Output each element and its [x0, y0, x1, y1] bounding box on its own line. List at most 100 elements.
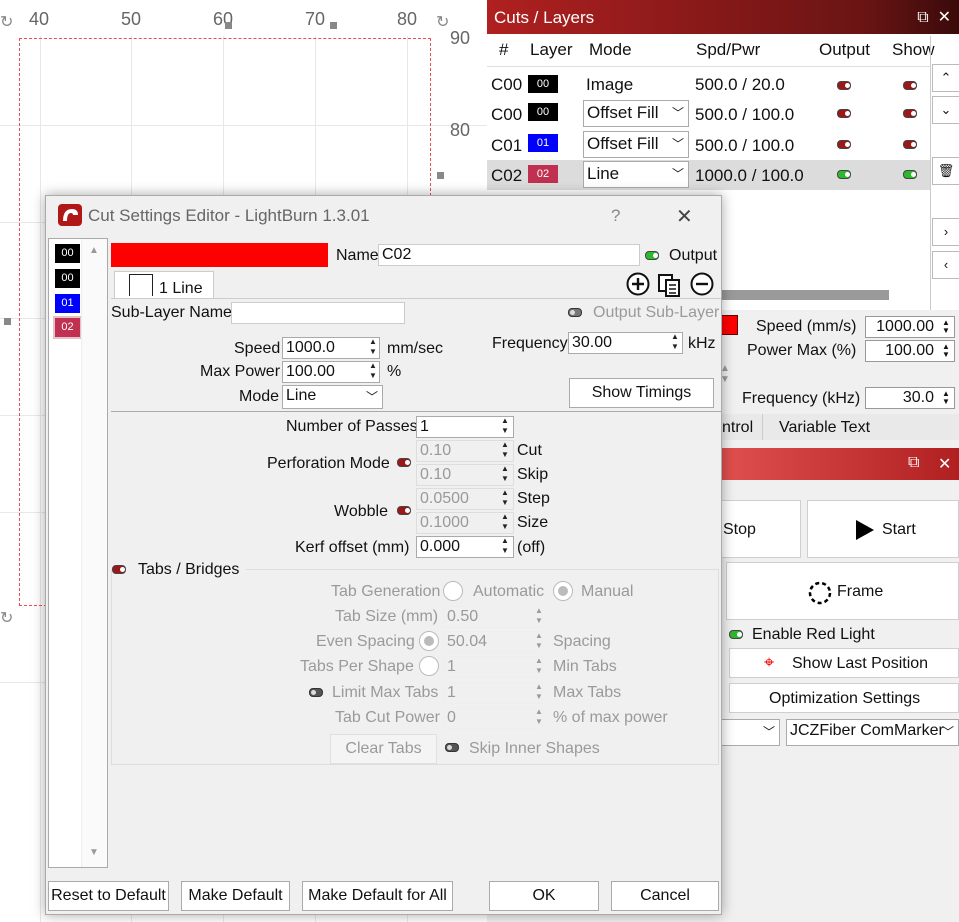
scroll-up-icon: ▲ [89, 245, 99, 256]
ok-button[interactable]: OK [489, 881, 599, 911]
table-row-selected[interactable]: C02 02 Line ﹀ 1000.0 / 100.0 [487, 160, 930, 190]
mode-select[interactable]: Line ﹀ [282, 385, 383, 409]
rotate-handle-icon[interactable]: ↻ [0, 608, 13, 628]
table-row[interactable]: C00 00 Offset Fill ﹀ 500.0 / 100.0 [487, 99, 930, 129]
mode-select[interactable]: Offset Fill ﹀ [583, 100, 689, 127]
output-toggle[interactable] [837, 170, 851, 179]
frequency-input[interactable]: 30.0 ▲ ▼ [865, 387, 955, 409]
frequency-spinner[interactable]: ▲ ▼ [668, 332, 682, 354]
resize-handle[interactable] [437, 172, 444, 179]
show-timings-button[interactable]: Show Timings [569, 378, 714, 408]
even-spacing-radio[interactable] [419, 631, 439, 651]
tabs-per-shape-radio[interactable] [419, 656, 439, 676]
power-input[interactable]: 100.00 ▲ ▼ [865, 340, 955, 362]
layer-swatch-selected[interactable]: 02 [53, 316, 82, 339]
tab-cut-power-spinner[interactable]: ▲ ▼ [532, 707, 546, 729]
make-default-button[interactable]: Make Default [181, 881, 290, 911]
spacing-input[interactable]: 50.04 [443, 631, 543, 653]
resize-handle[interactable] [4, 318, 11, 325]
speed-input[interactable]: 1000.00 ▲ ▼ [865, 316, 955, 338]
clear-tabs-button[interactable]: Clear Tabs [330, 734, 437, 764]
make-default-all-button[interactable]: Make Default for All [302, 881, 453, 911]
optimization-settings-button[interactable]: Optimization Settings [729, 683, 959, 713]
wobble-size-label: Size [517, 514, 549, 531]
resize-handle[interactable] [225, 22, 232, 29]
perforation-skip-spinner[interactable]: ▲ ▼ [498, 464, 512, 486]
show-toggle[interactable] [903, 81, 917, 90]
help-icon[interactable]: ? [611, 206, 620, 226]
move-up-button[interactable]: ⌃ [932, 64, 959, 92]
resize-handle[interactable] [330, 22, 337, 29]
layer-swatch[interactable]: 00 [55, 269, 80, 288]
wobble-toggle[interactable] [397, 506, 411, 515]
output-toggle[interactable] [837, 140, 851, 149]
reset-default-button[interactable]: Reset to Default [48, 881, 169, 911]
frequency-input[interactable]: 30.00 [568, 332, 683, 354]
tab-variable-text[interactable]: Variable Text [779, 419, 870, 437]
dialog-title-bar: Cut Settings Editor - LightBurn 1.3.01 ?… [46, 196, 721, 234]
add-sublayer-icon[interactable] [626, 272, 650, 301]
tab-manual-radio[interactable] [553, 581, 573, 601]
max-tabs-input[interactable]: 1 [443, 682, 543, 704]
layer-swatch[interactable]: 01 [55, 294, 80, 313]
max-tabs-spinner[interactable]: ▲ ▼ [532, 682, 546, 704]
chevron-down-icon: ﹀ [941, 725, 954, 739]
tab-cut-power-input[interactable]: 0 [443, 707, 543, 729]
min-tabs-input[interactable]: 1 [443, 656, 543, 678]
mode-select[interactable]: Offset Fill ﹀ [583, 131, 689, 158]
layer-swatch[interactable]: 00 [55, 244, 80, 263]
spacing-spinner[interactable]: ▲ ▼ [532, 631, 546, 653]
float-icon[interactable]: ⧉ [908, 454, 919, 472]
table-row[interactable]: C00 00 Image 500.0 / 20.0 [487, 70, 930, 100]
layer-list[interactable]: 00 00 01 02 ▲ ▼ [48, 238, 108, 868]
skip-inner-toggle[interactable] [445, 743, 459, 752]
passes-spinner[interactable]: ▲ ▼ [498, 416, 512, 438]
rotate-handle-icon[interactable]: ↻ [436, 12, 449, 32]
wobble-step-spinner[interactable]: ▲ ▼ [498, 488, 512, 510]
wobble-size-spinner[interactable]: ▲ ▼ [498, 512, 512, 534]
move-down-button[interactable]: ⌄ [932, 96, 959, 124]
list-scrollbar[interactable]: ▲ ▼ [81, 239, 107, 867]
show-toggle[interactable] [903, 109, 917, 118]
tab-auto-radio[interactable] [443, 581, 463, 601]
rotate-handle-icon[interactable]: ↻ [0, 12, 13, 32]
close-icon[interactable]: ✕ [676, 204, 693, 229]
output-toggle[interactable] [837, 109, 851, 118]
limit-max-tabs-toggle[interactable] [309, 688, 323, 697]
cancel-button[interactable]: Cancel [611, 881, 719, 911]
layer-color-bar[interactable] [111, 243, 328, 267]
tab-laser-control[interactable]: ntrol [722, 419, 753, 437]
perforation-toggle[interactable] [397, 458, 411, 467]
sublayer-name-input[interactable] [231, 302, 405, 324]
chevron-left-icon[interactable]: ‹ [932, 251, 959, 279]
frame-button[interactable]: Frame [726, 562, 959, 620]
speed-spinner[interactable]: ▲ ▼ [366, 337, 380, 359]
tab-size-input[interactable]: 0.50 [443, 606, 543, 628]
remove-sublayer-icon[interactable] [690, 272, 714, 301]
name-input[interactable]: C02 [378, 244, 640, 266]
mode-select[interactable]: Line ﹀ [583, 161, 689, 188]
output-toggle[interactable] [645, 251, 659, 260]
show-last-position-button[interactable]: ⌖ Show Last Position [729, 648, 959, 678]
device-select[interactable]: JCZFiber ComMarker ﹀ [786, 719, 959, 746]
tab-size-spinner[interactable]: ▲ ▼ [532, 606, 546, 628]
output-sublayer-toggle[interactable] [568, 308, 582, 317]
stop-button[interactable]: Stop [718, 500, 801, 558]
close-icon[interactable]: ✕ [938, 454, 951, 474]
table-row[interactable]: C01 01 Offset Fill ﹀ 500.0 / 100.0 [487, 130, 930, 160]
show-toggle[interactable] [903, 170, 917, 179]
start-button[interactable]: Start [807, 500, 959, 558]
red-light-toggle[interactable] [729, 630, 743, 639]
port-select[interactable]: ﹀ [718, 719, 780, 746]
close-icon[interactable]: ✕ [938, 9, 951, 26]
sublayer-tab[interactable]: 1 Line [114, 271, 214, 299]
trash-icon[interactable]: 🗑 [932, 157, 959, 185]
output-toggle[interactable] [837, 81, 851, 90]
kerf-spinner[interactable]: ▲ ▼ [498, 536, 512, 558]
float-icon[interactable]: ⧉ [917, 9, 928, 26]
perforation-cut-spinner[interactable]: ▲ ▼ [498, 440, 512, 462]
show-toggle[interactable] [903, 140, 917, 149]
chevron-right-icon[interactable]: › [932, 218, 959, 246]
min-tabs-spinner[interactable]: ▲ ▼ [532, 656, 546, 678]
max-power-spinner[interactable]: ▲ ▼ [366, 361, 380, 383]
